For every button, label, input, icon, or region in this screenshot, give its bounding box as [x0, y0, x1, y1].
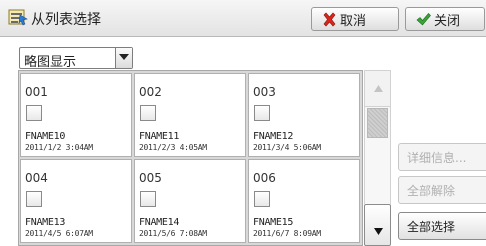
view-mode-dropdown[interactable]: 略图显示 — [19, 47, 133, 70]
file-name: FNAME12 — [253, 131, 294, 142]
title-bar: 从列表选择 取消 关闭 — [0, 0, 486, 37]
list-select-icon — [8, 8, 28, 26]
file-name: FNAME14 — [139, 217, 180, 228]
file-tile[interactable]: 002 FNAME11 2011/2/3 4:05AM — [134, 73, 246, 157]
file-name: FNAME11 — [139, 131, 180, 142]
file-checkbox[interactable] — [140, 191, 156, 207]
file-name: FNAME13 — [25, 217, 66, 228]
details-button-label: 详细信息... — [407, 150, 467, 165]
file-name: FNAME15 — [253, 217, 294, 228]
scroll-thumb[interactable] — [367, 108, 388, 138]
details-button[interactable]: 详细信息... — [398, 143, 486, 171]
triangle-up-icon — [374, 85, 383, 92]
file-checkbox[interactable] — [254, 105, 270, 121]
clear-all-button[interactable]: 全部解除 — [398, 176, 486, 204]
file-date: 2011/4/5 6:07AM — [25, 229, 93, 238]
chevron-down-icon — [119, 54, 129, 60]
file-date: 2011/5/6 7:08AM — [139, 229, 207, 238]
file-date: 2011/2/3 4:05AM — [139, 143, 207, 152]
file-number: 005 — [139, 171, 162, 185]
scroll-down-button[interactable] — [364, 204, 391, 246]
file-checkbox[interactable] — [26, 191, 42, 207]
scroll-track[interactable] — [364, 107, 391, 204]
green-check-icon — [416, 12, 431, 27]
dropdown-toggle[interactable] — [115, 48, 132, 68]
file-number: 003 — [253, 85, 276, 99]
file-number: 004 — [25, 171, 48, 185]
cancel-button[interactable]: 取消 — [311, 7, 399, 31]
cancel-button-label: 取消 — [340, 13, 367, 29]
page-title: 从列表选择 — [31, 12, 101, 28]
file-checkbox[interactable] — [140, 105, 156, 121]
triangle-down-icon — [374, 228, 383, 235]
close-button-label: 关闭 — [434, 13, 461, 29]
red-x-icon — [322, 12, 337, 27]
file-date: 2011/6/7 8:09AM — [253, 229, 321, 238]
file-date: 2011/1/2 3:04AM — [25, 143, 93, 152]
scroll-up-button[interactable] — [364, 70, 391, 107]
file-tile[interactable]: 004 FNAME13 2011/4/5 6:07AM — [20, 159, 132, 243]
select-all-button[interactable]: 全部选择 — [398, 212, 486, 240]
close-button[interactable]: 关闭 — [405, 7, 485, 31]
clear-all-button-label: 全部解除 — [407, 183, 456, 198]
file-checkbox[interactable] — [254, 191, 270, 207]
file-tile[interactable]: 006 FNAME15 2011/6/7 8:09AM — [248, 159, 360, 243]
file-number: 002 — [139, 85, 162, 99]
file-date: 2011/3/4 5:06AM — [253, 143, 321, 152]
file-name: FNAME10 — [25, 131, 66, 142]
file-thumbnail-grid: 001 FNAME10 2011/1/2 3:04AM 002 FNAME11 … — [18, 70, 363, 246]
file-number: 001 — [25, 85, 48, 99]
grid-scrollbar[interactable] — [364, 70, 391, 246]
file-number: 006 — [253, 171, 276, 185]
file-checkbox[interactable] — [26, 105, 42, 121]
file-tile[interactable]: 001 FNAME10 2011/1/2 3:04AM — [20, 73, 132, 157]
select-all-button-label: 全部选择 — [407, 219, 456, 234]
view-mode-value: 略图显示 — [24, 55, 77, 70]
file-tile[interactable]: 003 FNAME12 2011/3/4 5:06AM — [248, 73, 360, 157]
file-tile[interactable]: 005 FNAME14 2011/5/6 7:08AM — [134, 159, 246, 243]
